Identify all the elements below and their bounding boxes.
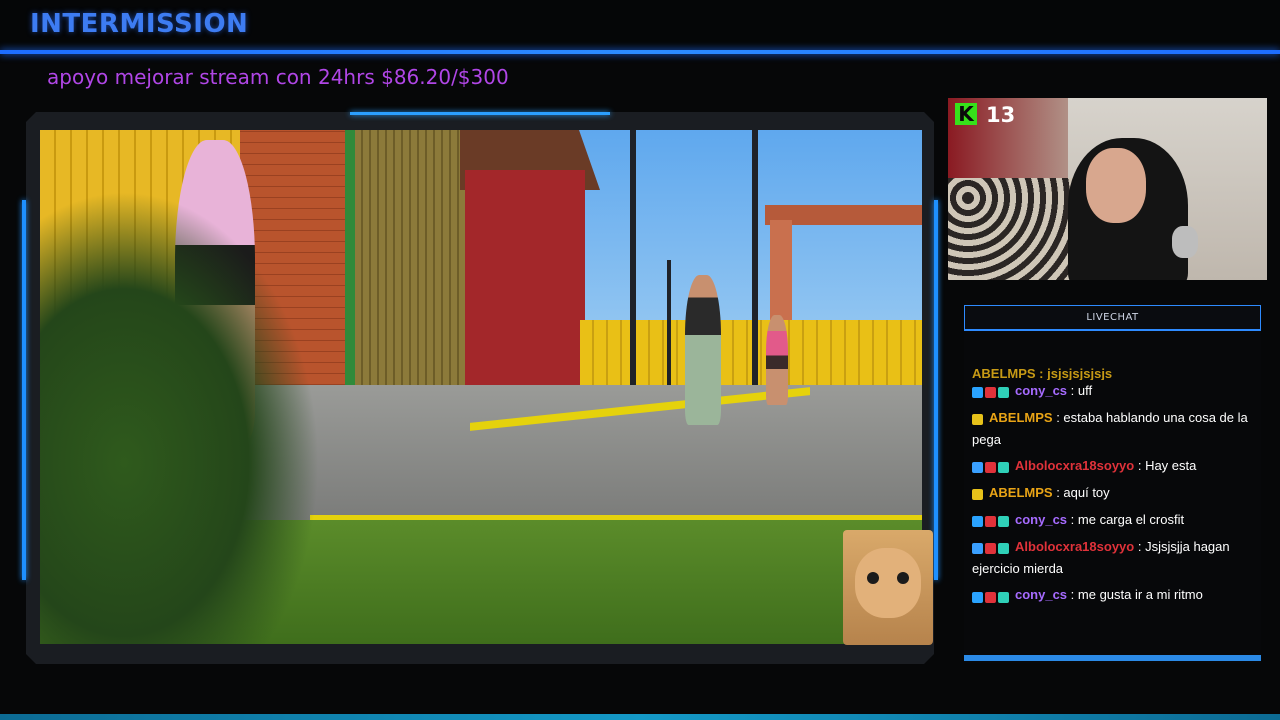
sub-icon [998, 543, 1009, 555]
cube-icon [972, 462, 983, 474]
scene-plant [40, 190, 320, 644]
chat-cutoff-line: ABELMPS : jsjsjsjsjsjs [972, 368, 1113, 380]
verified-icon [972, 591, 983, 603]
sub-icon [998, 387, 1009, 399]
donation-goal-text: apoyo mejorar stream con 24hrs $86.20/$3… [47, 65, 509, 89]
chat-badges [972, 585, 1011, 606]
chat-badges [972, 510, 1011, 531]
cat-eye [897, 572, 909, 584]
cat-icon [972, 414, 983, 426]
top-bar: INTERMISSION [0, 0, 1280, 52]
scene-pole [630, 130, 636, 410]
heart-icon [985, 516, 996, 528]
livechat-header: LIVECHAT [964, 305, 1261, 331]
cube-icon [972, 543, 983, 555]
webcam-streamer-face [1086, 148, 1146, 223]
runner-figure [685, 275, 721, 425]
chat-message-text: : me gusta ir a mi ritmo [1070, 587, 1203, 603]
sub-icon [998, 516, 1009, 528]
sub-icon [998, 591, 1009, 603]
video-player[interactable] [40, 130, 922, 644]
microphone-icon [1172, 226, 1198, 258]
scene-lamp-post [667, 260, 671, 390]
heart-icon [985, 543, 996, 555]
viewer-count: 13 [986, 103, 1016, 127]
top-divider [0, 50, 1280, 54]
chat-username[interactable]: cony_cs [1015, 587, 1067, 602]
chat-username[interactable]: ABELMPS [989, 485, 1053, 500]
cat-overlay [843, 530, 933, 645]
chat-message-text: : aquí toy [1056, 485, 1110, 501]
chat-username[interactable]: ABELMPS [989, 410, 1053, 425]
scene-red-building [465, 170, 585, 390]
chat-message: cony_cs : uff [972, 380, 1272, 402]
scene-pole [752, 130, 758, 392]
chat-message: cony_cs : me gusta ir a mi ritmo [972, 584, 1272, 606]
chat-badges [972, 537, 1011, 558]
verified-icon [972, 387, 983, 399]
chat-username[interactable]: Albolocxra18soyyo [1015, 539, 1134, 554]
kick-logo-icon: K [955, 102, 977, 126]
intermission-title: INTERMISSION [30, 9, 249, 39]
chat-username[interactable]: cony_cs [1015, 383, 1067, 398]
chat-bottom-bar [964, 655, 1261, 661]
chat-badges [972, 456, 1011, 477]
chat-username[interactable]: cony_cs [1015, 512, 1067, 527]
chat-username[interactable]: Albolocxra18soyyo [1015, 458, 1134, 473]
chat-message-text: : me carga el crosfit [1070, 512, 1185, 528]
frame-accent-left [22, 200, 26, 580]
runner-figure [766, 315, 788, 405]
heart-icon [985, 387, 996, 399]
frame-accent-right [934, 200, 938, 580]
chat-badges [972, 408, 985, 429]
chat-message: ABELMPS : estaba hablando una cosa de la… [972, 407, 1272, 450]
chat-message-text: : Hay esta [1137, 458, 1197, 474]
heart-icon [985, 591, 996, 603]
chat-badges [972, 381, 1011, 402]
verified-icon [972, 516, 983, 528]
chat-message: Albolocxra18soyyo : Hay esta [972, 455, 1272, 477]
chat-message-text: : uff [1070, 383, 1093, 398]
frame-accent [350, 112, 610, 115]
cat-eye [867, 572, 879, 584]
cat-icon [972, 489, 983, 501]
sub-icon [998, 462, 1009, 474]
chat-message: Albolocxra18soyyo : Jsjsjsjja hagan ejer… [972, 536, 1272, 579]
heart-icon [985, 462, 996, 474]
bottom-divider [0, 714, 1280, 720]
chat-message: cony_cs : me carga el crosfit [972, 509, 1272, 531]
chat-message: ABELMPS : aquí toy [972, 482, 1272, 504]
chat-badges [972, 483, 985, 504]
chat-message-list[interactable]: ABELMPS : jsjsjsjsjsjs cony_cs : uff ABEL… [972, 368, 1272, 611]
cat-face [855, 548, 921, 618]
